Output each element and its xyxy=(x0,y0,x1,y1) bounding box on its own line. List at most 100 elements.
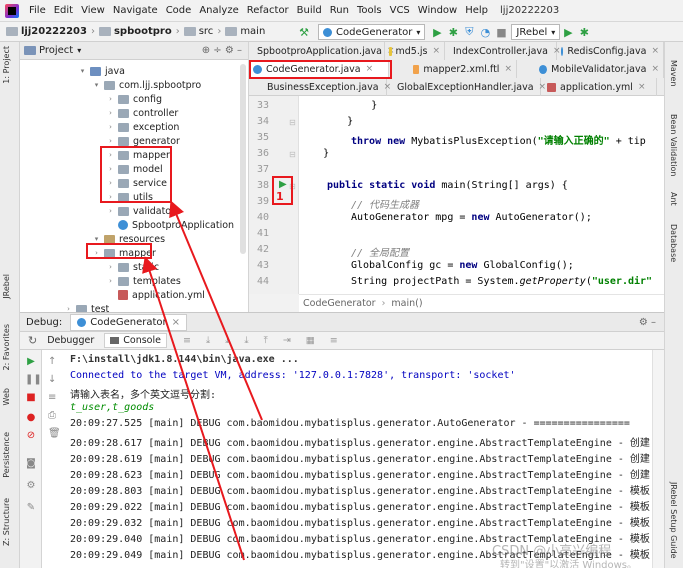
tab-global-exception-handler[interactable]: GlobalExceptionHandler.java × xyxy=(389,78,546,96)
console-scrollbar[interactable] xyxy=(652,350,664,568)
tab-code-generator[interactable]: CodeGenerator.java × xyxy=(249,60,389,78)
console-output[interactable]: ↑ ↓ ≡ ⎙ 🗑 F:\install\jdk1.8.144\bin\java… xyxy=(42,350,652,568)
jrebel-debug-icon[interactable]: ✱ xyxy=(576,26,592,39)
tree-node-model[interactable]: › model xyxy=(106,162,163,176)
tree-node-resources[interactable]: ▾ resources xyxy=(92,232,165,246)
clear-icon[interactable]: 🗑 xyxy=(48,428,61,439)
run-icon[interactable]: ▶ xyxy=(429,26,445,39)
tool-tab-bean-validation[interactable]: Bean Validation xyxy=(669,114,678,176)
tool-tab-structure[interactable]: Z: Structure xyxy=(2,498,11,546)
jrebel-run-icon[interactable]: ▶ xyxy=(560,26,576,39)
tree-node-resources-mapper[interactable]: › mapper xyxy=(92,246,156,260)
tree-node-java[interactable]: ▾ java xyxy=(78,64,125,78)
project-scrollbar[interactable] xyxy=(240,64,246,254)
tab-spbootpro-application[interactable]: SpbootproApplication.java× xyxy=(249,42,395,60)
tree-node-templates[interactable]: › templates xyxy=(106,274,181,288)
tree-node-application-yml[interactable]: application.yml xyxy=(118,288,205,302)
debug-session-tab[interactable]: CodeGenerator × xyxy=(70,313,188,331)
fold-icon[interactable]: ⊟ xyxy=(289,118,296,127)
settings-icon[interactable]: ⚙ xyxy=(25,480,37,491)
stop-icon[interactable]: ■ xyxy=(25,392,37,403)
menu-navigate[interactable]: Navigate xyxy=(109,0,162,22)
project-panel-title[interactable]: Project xyxy=(39,45,73,56)
resume-icon[interactable]: ▶ xyxy=(25,356,37,367)
run-configuration-select[interactable]: CodeGenerator ▾ xyxy=(318,24,426,40)
tab-mobile-validator[interactable]: MobileValidator.java × xyxy=(535,60,664,78)
tab-mapper2-xml-ftl[interactable]: mapper2.xml.ftl × xyxy=(409,60,517,78)
fold-icon[interactable]: ⊟ xyxy=(289,182,296,191)
rerun-icon[interactable]: ↻ xyxy=(28,334,37,347)
soft-wrap-icon[interactable]: ≡ xyxy=(48,392,56,403)
tool-tab-favorites[interactable]: 2: Favorites xyxy=(2,324,11,370)
folder-icon xyxy=(225,27,238,36)
tool-tab-web[interactable]: Web xyxy=(2,388,11,405)
tree-node-utils[interactable]: › utils xyxy=(106,190,153,204)
close-icon[interactable]: × xyxy=(172,317,180,328)
breadcrumb-item-module[interactable]: spbootpro xyxy=(114,26,172,37)
build-hammer-icon[interactable]: ⚒ xyxy=(296,26,312,39)
tree-node-exception[interactable]: › exception xyxy=(106,120,179,134)
tab-business-exception[interactable]: BusinessException.java × xyxy=(259,78,391,96)
tool-tab-project[interactable]: 1: Project xyxy=(2,46,11,84)
coverage-icon[interactable]: ⛨ xyxy=(461,25,477,39)
stop-icon[interactable]: ■ xyxy=(493,26,509,39)
menu-window[interactable]: Window xyxy=(414,0,461,22)
camera-icon[interactable]: ◙ xyxy=(25,458,37,469)
mute-breakpoints-icon[interactable]: ⊘ xyxy=(25,430,37,441)
breadcrumb-item-main[interactable]: main xyxy=(240,26,265,37)
menu-edit[interactable]: Edit xyxy=(50,0,77,22)
tool-tab-persistence[interactable]: Persistence xyxy=(2,432,11,478)
tab-md5-js[interactable]: md5.js × xyxy=(385,42,445,60)
menu-code[interactable]: Code xyxy=(162,0,196,22)
tree-node-static[interactable]: › static xyxy=(106,260,159,274)
tool-tab-jrebel[interactable]: JRebel xyxy=(2,274,11,299)
editor-crumb-class[interactable]: CodeGenerator xyxy=(303,298,376,309)
tool-tab-ant[interactable]: Ant xyxy=(669,192,678,206)
menu-help[interactable]: Help xyxy=(461,0,492,22)
tab-debugger[interactable]: Debugger xyxy=(47,335,94,346)
tree-node-mapper[interactable]: › mapper xyxy=(106,148,170,162)
tree-node-config[interactable]: › config xyxy=(106,92,162,106)
debug-step-icons[interactable]: ≡ ⤓ ⤓ ⤓ ⤒ ⇥ ▦ ≡ xyxy=(183,335,344,346)
menu-view[interactable]: View xyxy=(77,0,109,22)
tool-tab-jrebel-setup[interactable]: JRebel Setup Guide xyxy=(669,482,678,559)
tab-index-controller[interactable]: IndexController.java × xyxy=(445,42,560,60)
tab-console[interactable]: Console xyxy=(104,333,167,348)
menu-refactor[interactable]: Refactor xyxy=(243,0,293,22)
menu-build[interactable]: Build xyxy=(293,0,326,22)
print-icon[interactable]: ⎙ xyxy=(48,410,56,421)
run-gutter-icon[interactable]: ▶ xyxy=(279,179,287,190)
gear-icon[interactable]: ⚙ – xyxy=(639,317,656,328)
scroll-down-icon[interactable]: ↓ xyxy=(48,374,56,385)
breadcrumb-item-project[interactable]: ljj20222203 xyxy=(21,26,87,37)
panel-options-icons[interactable]: ⊕ ÷ ⚙ – xyxy=(202,45,242,56)
tool-tab-database[interactable]: Database xyxy=(669,224,678,262)
tree-node-service[interactable]: › service xyxy=(106,176,167,190)
scroll-up-icon[interactable]: ↑ xyxy=(48,356,56,367)
tool-tab-maven[interactable]: Maven xyxy=(669,60,678,87)
pin-icon[interactable]: ✎ xyxy=(25,502,37,513)
breadcrumb-item-src[interactable]: src xyxy=(199,26,214,37)
tab-redis-config[interactable]: RedisConfig.java × xyxy=(557,42,664,60)
tree-node-root-package[interactable]: ▾ com.ljj.spbootpro xyxy=(92,78,201,92)
tree-node-controller[interactable]: › controller xyxy=(106,106,178,120)
code-editor[interactable]: } } throw new MybatisPlusException("请输入正… xyxy=(299,96,664,294)
tree-node-generator[interactable]: › generator xyxy=(106,134,180,148)
tab-application-yml[interactable]: application.yml × xyxy=(543,78,657,96)
profile-icon[interactable]: ◔ xyxy=(477,26,493,39)
menu-run[interactable]: Run xyxy=(326,0,353,22)
pause-icon[interactable]: ❚❚ xyxy=(25,374,42,385)
menu-file[interactable]: File xyxy=(25,0,50,22)
menu-tools[interactable]: Tools xyxy=(353,0,386,22)
menu-vcs[interactable]: VCS xyxy=(386,0,414,22)
folder-icon xyxy=(6,27,18,36)
editor-crumb-method[interactable]: main() xyxy=(391,298,422,309)
fold-icon[interactable]: ⊟ xyxy=(289,150,296,159)
tree-node-application-class[interactable]: SpbootproApplication xyxy=(118,218,234,232)
code-line-33: } xyxy=(299,100,378,111)
jrebel-select[interactable]: JRebel ▾ xyxy=(511,24,561,40)
debug-icon[interactable]: ✱ xyxy=(445,26,461,39)
tree-node-validator[interactable]: › validator xyxy=(106,204,175,218)
breakpoints-icon[interactable]: ● xyxy=(25,412,37,423)
menu-analyze[interactable]: Analyze xyxy=(195,0,242,22)
